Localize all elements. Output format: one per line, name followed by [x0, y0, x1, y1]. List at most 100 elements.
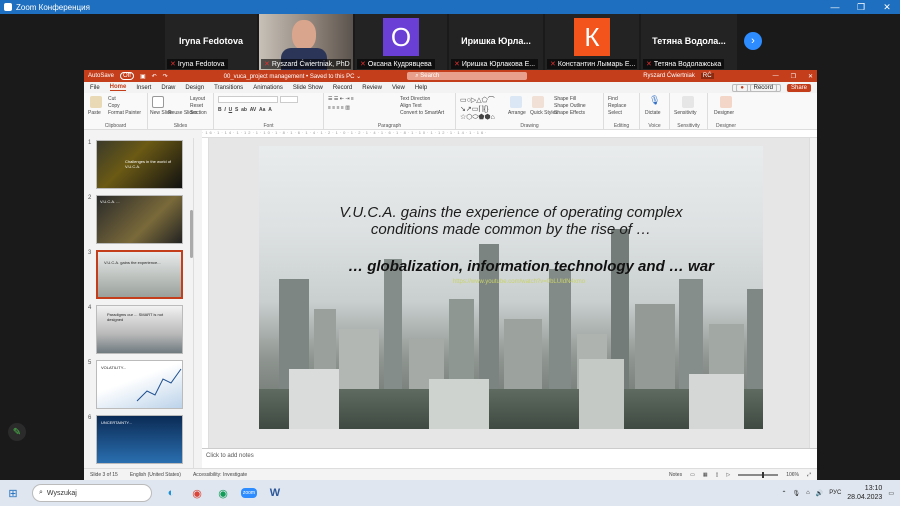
next-participants-button[interactable]: › — [744, 32, 762, 50]
record-button[interactable]: ● Record — [732, 83, 781, 92]
word-icon[interactable]: W — [264, 482, 286, 504]
taskbar-search[interactable]: ⌕ Wyszukaj — [32, 484, 152, 502]
ppt-search-box[interactable]: ⌕ Search — [407, 72, 528, 80]
fit-slide-icon[interactable]: ⤢ — [807, 472, 811, 478]
chrome-icon[interactable]: ◉ — [186, 482, 208, 504]
minimize-button[interactable]: — — [822, 2, 848, 13]
accessibility-indicator[interactable]: Accessibility: Investigate — [193, 472, 247, 478]
format-painter-button[interactable]: Format Painter — [108, 110, 141, 116]
ppt-minimize-icon[interactable]: — — [773, 73, 779, 80]
section-button[interactable]: Section — [190, 110, 207, 116]
participant-tile[interactable]: К ✕ Константин Лымарь Е... — [545, 14, 639, 70]
slide-thumbnail-4[interactable]: Paradigms our ... SMART is not designed — [96, 305, 183, 354]
dictate-button[interactable]: Dictate — [645, 110, 661, 116]
participant-tile-video[interactable]: ✕ Ryszard Ćwiertniak, PhD — [259, 14, 353, 70]
text-direction-button[interactable]: Text Direction — [400, 96, 430, 102]
redo-icon[interactable]: ↷ — [163, 73, 168, 80]
slideshow-view-icon[interactable]: ▷ — [726, 472, 730, 478]
participant-tile[interactable]: Иришка Юрла... ✕ Иришка Юрлакова Е... — [449, 14, 543, 70]
menu-draw[interactable]: Draw — [161, 85, 175, 91]
menu-view[interactable]: View — [392, 85, 405, 91]
thumbnails-scrollbar[interactable] — [190, 210, 193, 258]
notes-button[interactable]: Notes — [669, 472, 682, 478]
notes-pane[interactable]: Click to add notes — [202, 448, 817, 468]
user-avatar[interactable]: RĆ — [700, 73, 714, 79]
shapes-gallery[interactable]: ▭○▷△⬠⌒ ↘↗▭⌈⌉{} ☆⬡⬭⬟⬢⌂ — [460, 95, 495, 122]
language-indicator[interactable]: English (United States) — [130, 472, 181, 478]
save-icon[interactable]: ▣ — [140, 73, 146, 80]
slide-thumbnail-6[interactable]: UNCERTAINTY... — [96, 415, 183, 464]
annotate-pencil-button[interactable]: ✎ — [8, 423, 26, 441]
convert-smartart-button[interactable]: Convert to SmartArt — [400, 110, 444, 116]
editor-scrollbar[interactable] — [809, 138, 817, 448]
autosave-toggle[interactable]: Off — [120, 72, 134, 80]
maximize-button[interactable]: ❐ — [848, 2, 874, 13]
sensitivity-icon[interactable] — [682, 96, 694, 108]
replace-button[interactable]: Replace — [608, 103, 626, 109]
slide-text-line-3[interactable]: … globalization, information technology … — [299, 258, 763, 275]
slide-thumbnail-2[interactable]: V.U.C.A. ... — [96, 195, 183, 244]
share-button[interactable]: Share — [786, 83, 811, 92]
ppt-close-icon[interactable]: ✕ — [808, 73, 813, 80]
shape-outline-button[interactable]: Shape Outline — [554, 103, 586, 109]
shape-effects-button[interactable]: Shape Effects — [554, 110, 585, 116]
input-language[interactable]: РУС — [829, 490, 841, 496]
participant-tile[interactable]: О ✕ Оксана Кудрявцева — [355, 14, 447, 70]
menu-help[interactable]: Help — [415, 85, 427, 91]
current-slide[interactable]: V.U.C.A. gains the experience of operati… — [259, 146, 763, 429]
normal-view-icon[interactable]: ▭ — [690, 472, 695, 478]
designer-button[interactable]: Designer — [714, 110, 734, 116]
slide-text-line-1[interactable]: V.U.C.A. gains the experience of operati… — [259, 204, 763, 238]
paste-icon[interactable] — [90, 96, 102, 108]
reset-button[interactable]: Reset — [190, 103, 203, 109]
menu-design[interactable]: Design — [185, 85, 204, 91]
menu-file[interactable]: File — [90, 85, 100, 91]
shape-fill-button[interactable]: Shape Fill — [554, 96, 576, 102]
align-text-button[interactable]: Align Text — [400, 103, 422, 109]
zoom-level[interactable]: 106% — [786, 472, 799, 478]
zoom-app-icon[interactable]: zoom — [238, 482, 260, 504]
font-size-dropdown[interactable] — [280, 96, 298, 103]
close-button[interactable]: ✕ — [874, 2, 900, 13]
microphone-icon[interactable]: 🎙 — [649, 95, 660, 106]
layout-button[interactable]: Layout — [190, 96, 205, 102]
list-icons[interactable]: ☰ ☰ ⇤ ⇥ ≡ — [328, 96, 354, 102]
paste-button[interactable]: Paste — [88, 110, 101, 116]
start-button[interactable]: ⊞ — [2, 482, 24, 504]
sensitivity-button[interactable]: Sensitivity — [674, 110, 697, 116]
quick-styles-icon[interactable] — [532, 96, 544, 108]
menu-review[interactable]: Review — [362, 85, 382, 91]
align-icons[interactable]: ≡ ≡ ≡ ≡ ▥ — [328, 105, 350, 111]
find-button[interactable]: Find — [608, 96, 618, 102]
menu-home[interactable]: Home — [109, 84, 127, 91]
arrange-button[interactable]: Arrange — [508, 110, 526, 116]
participant-tile[interactable]: Iryna Fedotova ✕ Iryna Fedotova — [165, 14, 257, 70]
chrome-profile-icon[interactable]: ◉ — [212, 482, 234, 504]
menu-insert[interactable]: Insert — [136, 85, 151, 91]
slide-link[interactable]: https://www.youtube.com/watch?v=0bLUIdN4… — [389, 279, 649, 285]
bold-icon[interactable]: B I U S ab AV Aa A — [218, 107, 272, 113]
microphone-icon[interactable]: 🎙 — [793, 490, 801, 497]
edge-icon[interactable]: ◐ — [160, 482, 182, 504]
designer-icon[interactable] — [720, 96, 732, 108]
menu-slide-show[interactable]: Slide Show — [293, 85, 323, 91]
slide-thumbnail-1[interactable]: Challenges in the world of V.U.C.A. — [96, 140, 183, 189]
notifications-icon[interactable]: ▭ — [888, 490, 894, 497]
reading-view-icon[interactable]: ▯ — [716, 472, 719, 478]
participant-tile[interactable]: Тетяна Водола... ✕ Тетяна Водолажська — [641, 14, 737, 70]
arrange-icon[interactable] — [510, 96, 522, 108]
taskbar-clock[interactable]: 13:10 28.04.2023 — [847, 484, 882, 502]
network-icon[interactable]: ⌂ — [806, 490, 810, 496]
slide-thumbnail-5[interactable]: VOLATILITY... — [96, 360, 183, 409]
copy-button[interactable]: Copy — [108, 103, 120, 109]
undo-icon[interactable]: ↶ — [152, 73, 157, 80]
sorter-view-icon[interactable]: ▦ — [703, 472, 708, 478]
menu-record[interactable]: Record — [333, 85, 352, 91]
cut-button[interactable]: Cut — [108, 96, 116, 102]
volume-icon[interactable]: 🔊 — [816, 490, 823, 497]
menu-animations[interactable]: Animations — [253, 85, 283, 91]
font-name-dropdown[interactable] — [218, 96, 278, 103]
slide-thumbnail-3[interactable]: V.U.C.A. gains the experience... — [96, 250, 183, 299]
chevron-up-icon[interactable]: ⌃ — [782, 490, 787, 497]
new-slide-icon[interactable] — [152, 96, 164, 108]
